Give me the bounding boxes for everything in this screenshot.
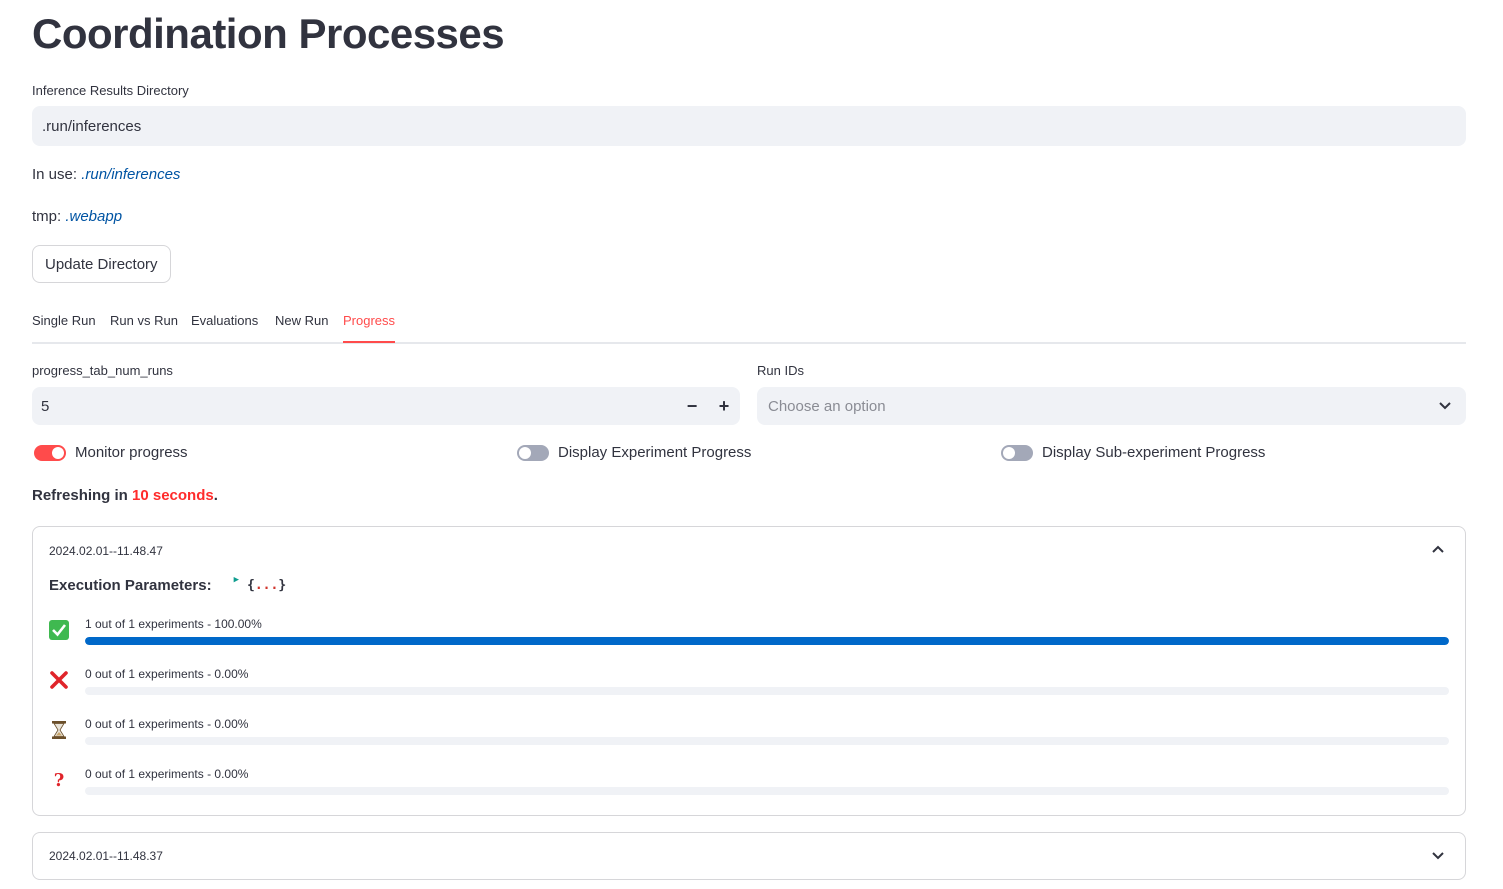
progress-text: 0 out of 1 experiments - 0.00% bbox=[85, 667, 249, 681]
toggle-label: Display Sub-experiment Progress bbox=[1042, 444, 1266, 461]
progress-row-failed: 0 out of 1 experiments - 0.00% bbox=[49, 667, 1449, 707]
progress-bar bbox=[85, 787, 1449, 795]
toggle-label: Monitor progress bbox=[75, 444, 188, 461]
progress-text: 1 out of 1 experiments - 100.00% bbox=[85, 617, 262, 631]
run-ids-placeholder: Choose an option bbox=[768, 397, 886, 415]
num-runs-label: progress_tab_num_runs bbox=[32, 363, 173, 378]
in-use-line: In use: .run/inferences bbox=[32, 166, 180, 183]
chevron-up-icon[interactable] bbox=[1431, 543, 1445, 562]
chevron-down-icon[interactable] bbox=[1431, 848, 1445, 867]
tab-bar: Single Run Run vs Run Evaluations New Ru… bbox=[32, 310, 1466, 344]
json-viewer[interactable]: ▶ {...} bbox=[234, 575, 287, 594]
tmp-line: tmp: .webapp bbox=[32, 208, 122, 225]
progress-row-success: 1 out of 1 experiments - 100.00% bbox=[49, 617, 1449, 657]
expander-title[interactable]: 2024.02.01--11.48.47 bbox=[49, 544, 163, 558]
tmp-value: .webapp bbox=[65, 208, 123, 225]
json-ellipsis: ... bbox=[254, 578, 279, 593]
tab-run-vs-run[interactable]: Run vs Run bbox=[110, 313, 178, 328]
num-runs-value: 5 bbox=[41, 397, 50, 415]
progress-bar bbox=[85, 737, 1449, 745]
monitor-progress-toggle[interactable]: Monitor progress bbox=[34, 444, 188, 461]
refresh-suffix: . bbox=[213, 487, 218, 504]
tab-progress[interactable]: Progress bbox=[343, 313, 396, 343]
run-ids-label: Run IDs bbox=[757, 363, 804, 378]
directory-input-value: .run/inferences bbox=[42, 117, 142, 135]
tmp-prefix: tmp: bbox=[32, 208, 66, 225]
directory-label: Inference Results Directory bbox=[32, 83, 189, 98]
in-use-prefix: In use: bbox=[32, 166, 82, 183]
progress-text: 0 out of 1 experiments - 0.00% bbox=[85, 717, 249, 731]
run-expander[interactable]: 2024.02.01--11.48.37 bbox=[32, 832, 1466, 880]
json-close-brace: } bbox=[278, 578, 287, 593]
update-directory-button[interactable]: Update Directory bbox=[32, 245, 171, 283]
page-title: Coordination Processes bbox=[32, 10, 505, 57]
expander-title[interactable]: 2024.02.01--11.48.37 bbox=[49, 849, 163, 863]
chevron-down-icon bbox=[1438, 398, 1452, 416]
check-mark-icon bbox=[49, 620, 69, 640]
progress-row-unknown: ? 0 out of 1 experiments - 0.00% bbox=[49, 767, 1449, 807]
num-runs-input[interactable]: 5 − + bbox=[32, 387, 740, 425]
tab-new-run[interactable]: New Run bbox=[275, 313, 328, 328]
refresh-countdown: 10 seconds bbox=[132, 487, 214, 504]
increment-button[interactable]: + bbox=[708, 387, 740, 425]
progress-bar bbox=[85, 637, 1449, 645]
refresh-status: Refreshing in 10 seconds. bbox=[32, 487, 218, 504]
execution-parameters-label: Execution Parameters: bbox=[49, 577, 212, 594]
progress-text: 0 out of 1 experiments - 0.00% bbox=[85, 767, 249, 781]
tab-single-run[interactable]: Single Run bbox=[32, 313, 96, 328]
run-ids-select[interactable]: Choose an option bbox=[757, 387, 1466, 425]
run-expander: 2024.02.01--11.48.47 Execution Parameter… bbox=[32, 526, 1466, 816]
cross-mark-icon bbox=[49, 670, 69, 690]
toggle-switch-icon bbox=[1001, 444, 1033, 461]
hourglass-icon bbox=[49, 720, 69, 740]
tab-evaluations[interactable]: Evaluations bbox=[191, 313, 258, 328]
refresh-prefix: Refreshing in bbox=[32, 487, 133, 504]
progress-row-pending: 0 out of 1 experiments - 0.00% bbox=[49, 717, 1449, 757]
display-experiment-progress-toggle[interactable]: Display Experiment Progress bbox=[517, 444, 751, 461]
execution-parameters: Execution Parameters: ▶ {...} bbox=[49, 575, 287, 595]
display-sub-experiment-progress-toggle[interactable]: Display Sub-experiment Progress bbox=[1001, 444, 1265, 461]
question-mark-icon: ? bbox=[53, 769, 65, 791]
decrement-button[interactable]: − bbox=[676, 387, 708, 425]
toggle-switch-icon bbox=[517, 444, 549, 461]
json-open-brace: { bbox=[247, 578, 255, 593]
progress-bar bbox=[85, 687, 1449, 695]
in-use-value: .run/inferences bbox=[81, 166, 181, 183]
expand-triangle-icon[interactable]: ▶ bbox=[234, 575, 239, 585]
toggle-switch-icon bbox=[34, 444, 66, 461]
toggle-label: Display Experiment Progress bbox=[558, 444, 752, 461]
directory-input[interactable]: .run/inferences bbox=[32, 106, 1466, 146]
